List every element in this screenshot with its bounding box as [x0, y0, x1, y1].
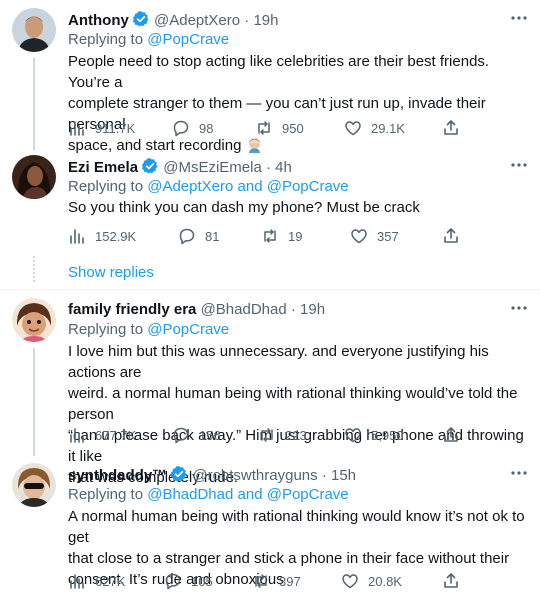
like-button[interactable]: 357	[350, 226, 399, 246]
replying-to: Replying to @PopCrave	[68, 321, 230, 338]
separator-dot: ·	[321, 467, 327, 484]
separator-dot: ·	[290, 301, 296, 318]
share-button[interactable]	[442, 118, 460, 138]
more-icon[interactable]	[510, 10, 528, 26]
views-button[interactable]: 677.7K	[68, 425, 136, 445]
share-icon	[444, 228, 458, 243]
reply-button[interactable]: 81	[178, 226, 219, 246]
more-icon[interactable]	[510, 300, 528, 316]
share-button[interactable]	[442, 425, 460, 445]
user-handle[interactable]: @MsEziEmela	[163, 159, 262, 176]
reply-button[interactable]: 105	[164, 571, 213, 591]
tweet-text: So you think you can dash my phone? Must…	[68, 199, 420, 216]
share-icon	[444, 573, 458, 588]
tweet-actions: 677.7K 156 223 5,950	[68, 425, 468, 445]
separator-dot: ·	[265, 159, 271, 176]
views-icon	[70, 229, 84, 244]
display-name[interactable]: Anthony	[68, 12, 129, 29]
retweet-icon	[261, 428, 273, 442]
views-icon	[70, 428, 84, 443]
tweet[interactable]: Ezi Emela @MsEziEmela · 4h Replying to @…	[0, 155, 540, 250]
display-name[interactable]: synthdaddy™	[68, 467, 167, 484]
retweet-icon	[255, 574, 267, 588]
separator-dot: ·	[244, 12, 250, 29]
reply-icon	[179, 228, 195, 245]
retweet-icon	[264, 229, 276, 243]
reply-button[interactable]: 98	[172, 118, 213, 138]
tweet-header: Ezi Emela @MsEziEmela · 4h	[68, 157, 292, 177]
retweet-button[interactable]: 223	[258, 425, 307, 445]
views-button[interactable]: 152.9K	[68, 226, 136, 246]
display-name[interactable]: family friendly era	[68, 301, 196, 318]
tweet-header: family friendly era @BhadDhad · 19h	[68, 300, 325, 320]
mention-link[interactable]: @PopCrave	[267, 486, 349, 503]
mention-link[interactable]: @PopCrave	[147, 321, 229, 338]
mention-link[interactable]: @AdeptXero	[147, 178, 233, 195]
timestamp[interactable]: 4h	[275, 159, 292, 176]
like-button[interactable]: 29.1K	[344, 118, 405, 138]
tweet-header: Anthony @AdeptXero · 19h	[68, 10, 279, 30]
avatar[interactable]	[12, 298, 56, 342]
like-icon	[342, 574, 358, 589]
user-handle[interactable]: @BhadDhad	[201, 301, 287, 318]
mention-link[interactable]: @PopCrave	[147, 31, 229, 48]
replying-to: Replying to @PopCrave	[68, 31, 230, 48]
timestamp[interactable]: 19h	[253, 12, 278, 29]
replying-to: Replying to @AdeptXero and @PopCrave	[68, 178, 349, 195]
avatar[interactable]	[12, 8, 56, 52]
tweet-text: People need to stop acting like celebrit…	[68, 51, 530, 159]
share-icon	[444, 120, 458, 135]
timestamp[interactable]: 15h	[331, 467, 356, 484]
retweet-button[interactable]: 397	[252, 571, 301, 591]
user-handle[interactable]: @robtswthrayguns	[192, 467, 317, 484]
tweet-actions: 152.9K 81 19 357	[68, 226, 468, 246]
tweet[interactable]: Anthony @AdeptXero · 19h Replying to @Po…	[0, 8, 540, 154]
avatar[interactable]	[12, 155, 56, 199]
timestamp[interactable]: 19h	[300, 301, 325, 318]
views-button[interactable]: 911.7K	[68, 118, 135, 138]
share-icon	[444, 427, 458, 442]
tweet[interactable]: family friendly era @BhadDhad · 19h Repl…	[0, 298, 540, 486]
thread-line	[33, 348, 35, 456]
user-handle[interactable]: @AdeptXero	[154, 12, 240, 29]
more-icon[interactable]	[510, 157, 528, 173]
reply-button[interactable]: 156	[172, 425, 221, 445]
display-name[interactable]: Ezi Emela	[68, 159, 138, 176]
share-button[interactable]	[442, 571, 460, 591]
mention-link[interactable]: @BhadDhad	[147, 486, 233, 503]
retweet-icon	[258, 121, 270, 135]
thread-line	[33, 58, 35, 150]
thread-connector	[33, 256, 35, 282]
avatar[interactable]	[12, 463, 56, 507]
show-replies-link[interactable]: Show replies	[68, 263, 154, 283]
tweet[interactable]: synthdaddy™ @robtswthrayguns · 15h Reply…	[0, 463, 540, 598]
replying-to: Replying to @BhadDhad and @PopCrave	[68, 486, 349, 503]
reply-icon	[173, 427, 189, 444]
like-button[interactable]: 20.8K	[341, 571, 402, 591]
views-button[interactable]: 627K	[68, 571, 125, 591]
retweet-button[interactable]: 950	[255, 118, 304, 138]
tweet-header: synthdaddy™ @robtswthrayguns · 15h	[68, 465, 356, 485]
more-icon[interactable]	[510, 465, 528, 481]
mention-link[interactable]: @PopCrave	[267, 178, 349, 195]
divider	[0, 289, 540, 290]
share-button[interactable]	[442, 226, 460, 246]
like-icon	[345, 121, 361, 136]
views-icon	[70, 121, 84, 136]
like-icon	[351, 229, 367, 244]
like-button[interactable]: 5,950	[344, 425, 404, 445]
reply-icon	[173, 120, 189, 137]
tweet-actions: 911.7K 98 950 29.1K	[68, 118, 468, 138]
like-icon	[345, 428, 361, 443]
retweet-button[interactable]: 19	[261, 226, 302, 246]
reply-icon	[165, 573, 181, 590]
tweet-actions: 627K 105 397 20.8K	[68, 571, 468, 591]
views-icon	[70, 574, 84, 589]
